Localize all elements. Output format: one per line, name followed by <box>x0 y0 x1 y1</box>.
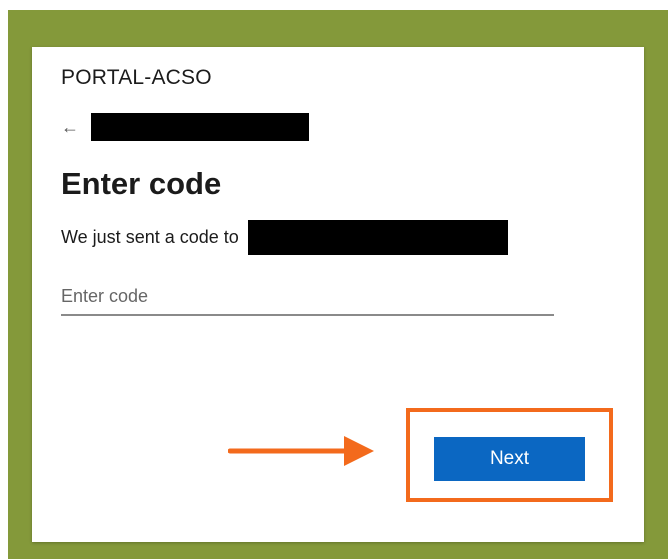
identity-row: ← <box>61 111 309 143</box>
code-sent-message: We just sent a code to <box>61 226 239 247</box>
next-button[interactable]: Next <box>434 437 585 481</box>
redacted-destination <box>247 219 508 255</box>
back-arrow-icon[interactable]: ← <box>61 118 91 136</box>
annotation-arrow-icon <box>228 436 374 466</box>
organization-name: PORTAL-ACSO <box>61 66 212 89</box>
redacted-account <box>91 113 309 141</box>
page-title: Enter code <box>61 166 222 201</box>
code-input[interactable] <box>61 278 554 316</box>
code-sent-message-row: We just sent a code to <box>61 219 508 255</box>
